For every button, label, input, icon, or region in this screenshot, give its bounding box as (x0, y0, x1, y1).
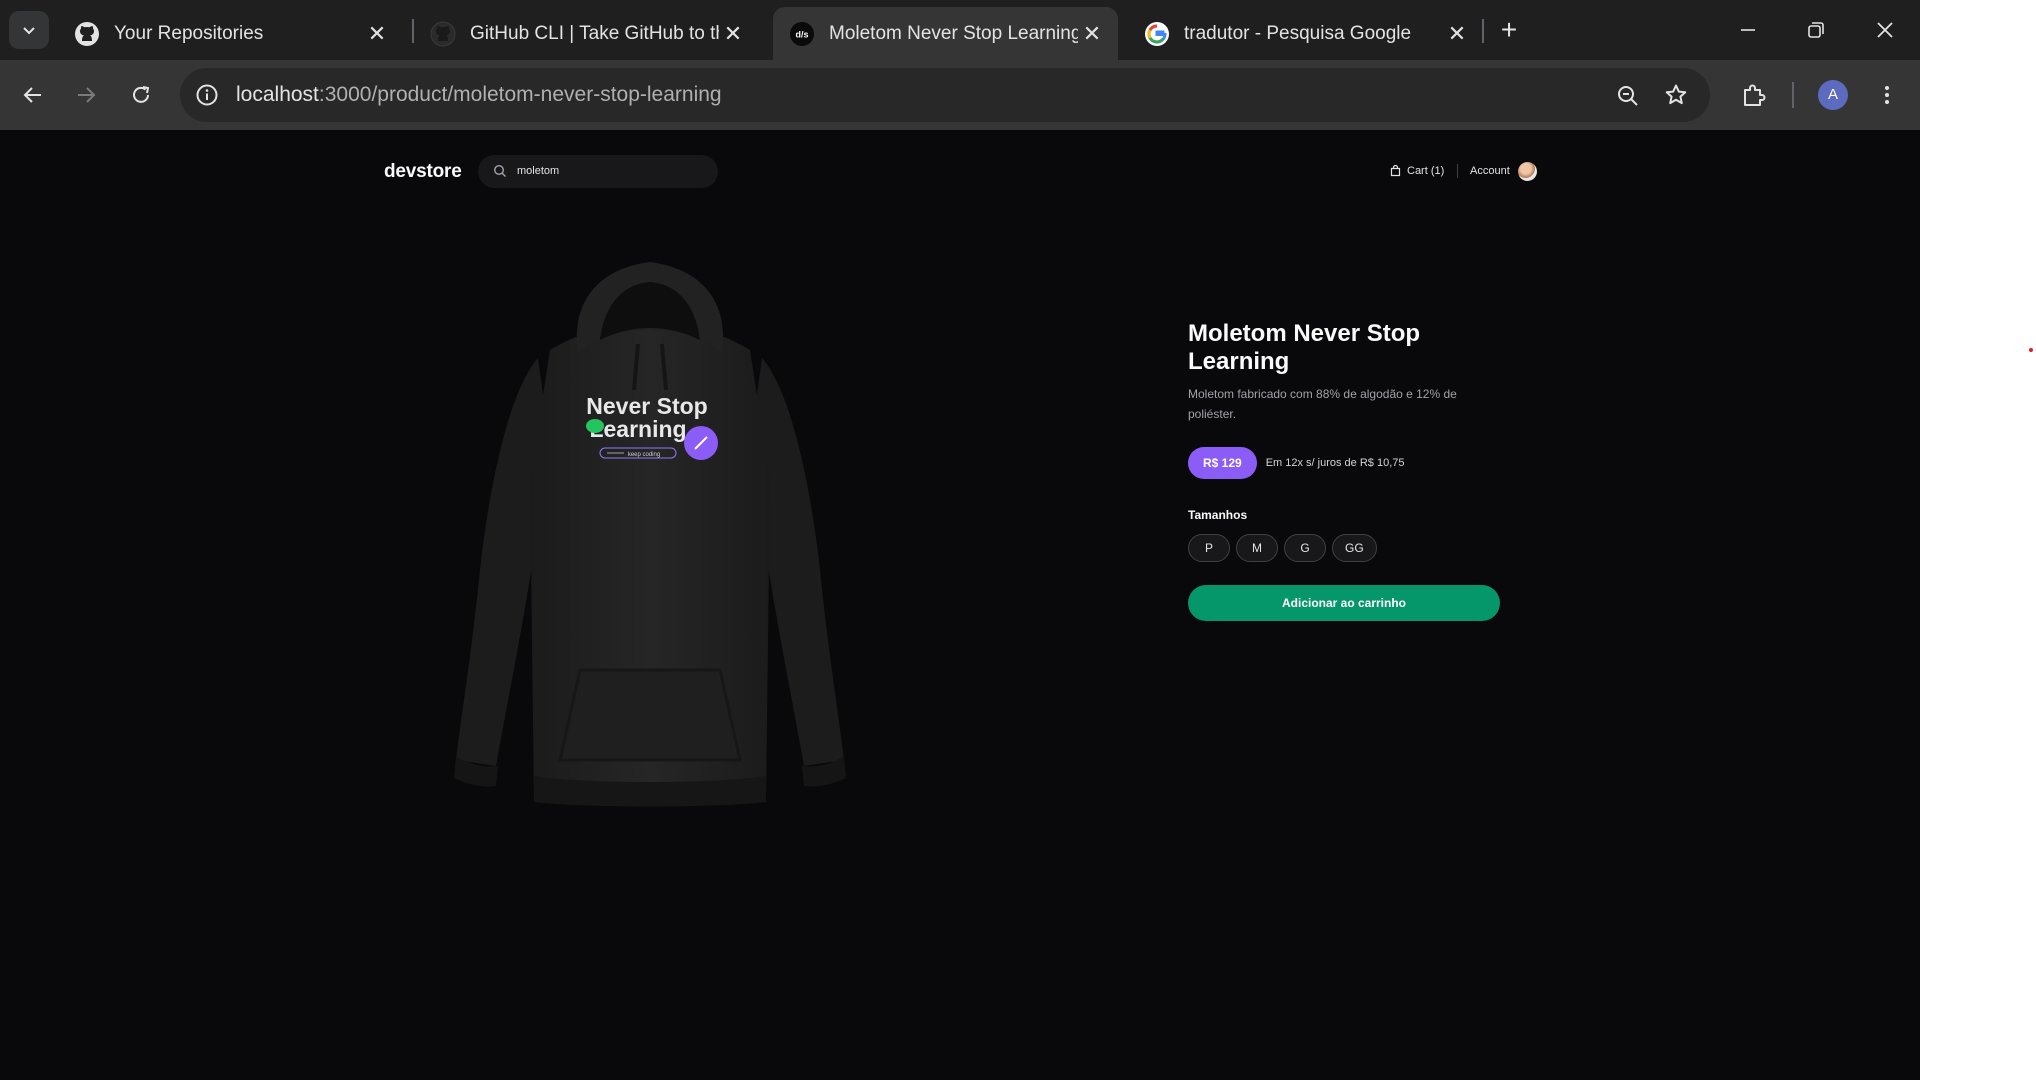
account-avatar[interactable] (1518, 162, 1537, 181)
tab-title: Your Repositories (114, 22, 264, 44)
cart-label: Cart (1) (1407, 165, 1445, 177)
browser-window: Your Repositories ✕ GitHub CLI | Take Gi… (0, 0, 1920, 1080)
store-logo[interactable]: devstore (384, 161, 462, 183)
size-button-m[interactable]: M (1236, 534, 1278, 562)
desktop-background (1920, 0, 2036, 1080)
arrow-left-icon (23, 87, 41, 103)
size-button-g[interactable]: G (1284, 534, 1326, 562)
size-selector: P M G GG (1188, 534, 1383, 562)
tab-search-button[interactable] (9, 11, 49, 49)
browser-toolbar: localhost:3000/product/moletom-never-sto… (0, 60, 1920, 130)
close-icon[interactable]: ✕ (1443, 20, 1471, 48)
toolbar-separator (1792, 82, 1794, 108)
google-icon (1144, 21, 1170, 47)
favicon-text: d/s (795, 29, 808, 39)
size-button-gg[interactable]: GG (1332, 534, 1377, 562)
close-icon[interactable]: ✕ (719, 20, 747, 48)
close-icon[interactable]: ✕ (1078, 20, 1106, 48)
forward-button[interactable] (66, 75, 106, 115)
tab-title: Moletom Never Stop Learning | (829, 22, 1078, 44)
product-image: Never Stop Learning keep coding (454, 262, 846, 807)
new-tab-button[interactable]: + (1493, 14, 1525, 46)
close-icon[interactable]: ✕ (363, 20, 391, 48)
header-separator (1457, 164, 1458, 178)
profile-avatar[interactable]: A (1818, 80, 1848, 110)
site-info-icon[interactable] (195, 83, 219, 107)
back-button[interactable] (13, 75, 53, 115)
more-vertical-icon (1885, 86, 1889, 104)
tab-moletom-active[interactable]: d/s Moletom Never Stop Learning | ✕ (773, 7, 1118, 60)
puzzle-icon (1744, 84, 1766, 106)
tab-tradutor[interactable]: tradutor - Pesquisa Google ✕ (1128, 7, 1483, 60)
add-to-cart-button[interactable]: Adicionar ao carrinho (1188, 585, 1500, 621)
price-row: R$ 129 Em 12x s/ juros de R$ 10,75 (1188, 447, 1405, 479)
tab-github-cli[interactable]: GitHub CLI | Take GitHub to the ✕ (414, 7, 759, 60)
print-tag-text: keep coding (628, 452, 660, 458)
print-text-line2: Learning (589, 416, 686, 442)
tab-your-repositories[interactable]: Your Repositories ✕ (58, 7, 403, 60)
cart-link[interactable]: Cart (1) (1390, 163, 1444, 179)
url-path: :3000/product/moletom-never-stop-learnin… (318, 83, 722, 106)
github-icon (430, 21, 456, 47)
search-icon (493, 164, 506, 177)
minimize-button[interactable] (1728, 10, 1768, 50)
tab-title: GitHub CLI | Take GitHub to the (470, 22, 719, 44)
price-badge: R$ 129 (1188, 447, 1257, 479)
installments-text: Em 12x s/ juros de R$ 10,75 (1265, 457, 1405, 469)
zoom-icon[interactable] (1616, 84, 1640, 108)
page-content: devstore moletom Cart (1) Account Never … (0, 130, 1920, 1080)
print-green-badge (586, 419, 604, 433)
restore-icon (1808, 22, 1824, 38)
arrow-right-icon (78, 87, 96, 103)
url-text[interactable]: localhost:3000/product/moletom-never-sto… (236, 68, 722, 122)
reload-icon (133, 86, 150, 103)
search-input[interactable]: moletom (478, 155, 718, 188)
extensions-button[interactable] (1734, 75, 1774, 115)
bookmark-star-icon[interactable] (1664, 83, 1688, 107)
minimize-icon (1741, 29, 1755, 31)
github-icon (74, 21, 100, 47)
cursor-dot (2029, 348, 2033, 352)
chevron-down-icon (23, 27, 35, 35)
shopping-bag-icon (1390, 165, 1401, 177)
close-window-button[interactable] (1865, 10, 1905, 50)
account-link[interactable]: Account (1470, 163, 1510, 179)
product-description: Moletom fabricado com 88% de algodão e 1… (1188, 387, 1457, 421)
tab-strip: Your Repositories ✕ GitHub CLI | Take Gi… (0, 0, 1920, 60)
restore-button[interactable] (1796, 10, 1836, 50)
url-host: localhost (236, 83, 319, 106)
address-bar[interactable]: localhost:3000/product/moletom-never-sto… (180, 68, 1710, 122)
browser-menu-button[interactable] (1867, 75, 1907, 115)
sizes-label: Tamanhos (1188, 508, 1248, 522)
close-icon (1877, 22, 1893, 38)
product-title: Moletom Never Stop Learning (1188, 320, 1421, 375)
search-value: moletom (517, 165, 560, 177)
devstore-icon: d/s (789, 21, 815, 47)
size-button-p[interactable]: P (1188, 534, 1230, 562)
tab-title: tradutor - Pesquisa Google (1184, 22, 1412, 44)
product-info: Moletom Never Stop Learning Moletom fabr… (1188, 320, 1508, 621)
tab-separator (1482, 19, 1484, 43)
reload-button[interactable] (121, 75, 161, 115)
